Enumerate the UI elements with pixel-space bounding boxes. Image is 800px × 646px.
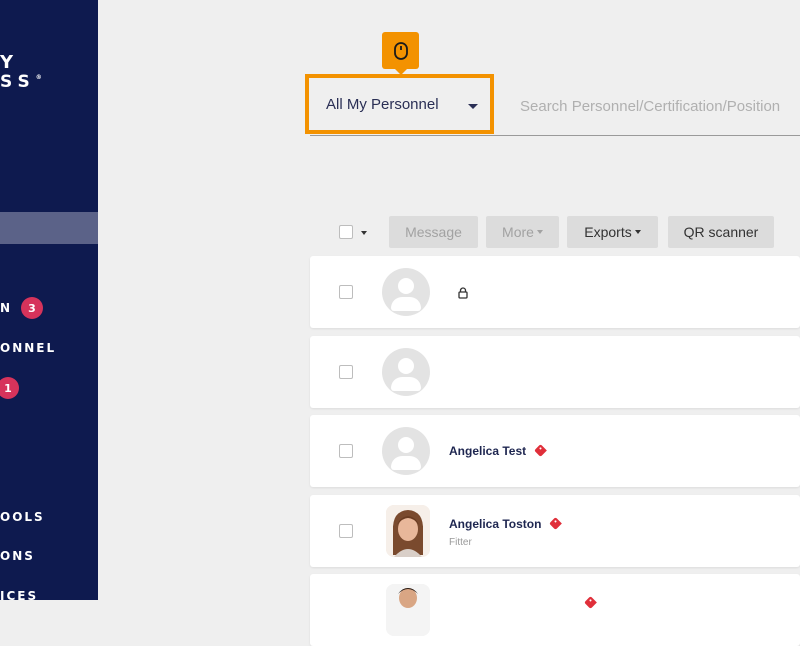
- select-all-checkbox[interactable]: [339, 225, 353, 239]
- exports-caret-icon: [634, 230, 641, 234]
- exports-button[interactable]: Exports: [567, 216, 658, 248]
- avatar-placeholder-icon: [382, 427, 430, 475]
- personnel-position: Fitter: [449, 537, 472, 548]
- sidebar: Y SS® N 3 ONNEL 1 OOLS ONS ICES: [0, 0, 98, 600]
- logo-line-1: Y: [0, 52, 18, 73]
- personnel-name[interactable]: Angelica Toston: [449, 517, 541, 531]
- chevron-down-icon: [468, 104, 478, 109]
- logo-line-2: SS®: [0, 72, 42, 92]
- more-button[interactable]: More: [486, 216, 559, 248]
- sidebar-item-devices[interactable]: ICES: [0, 589, 38, 600]
- avatar-placeholder-icon: [382, 348, 430, 396]
- personnel-row[interactable]: Angelica Test: [310, 415, 800, 487]
- search-input[interactable]: [520, 86, 800, 126]
- row-checkbox[interactable]: [339, 444, 353, 458]
- sidebar-item-notifications[interactable]: N: [0, 301, 12, 315]
- click-indicator-tooltip: [382, 32, 419, 75]
- personnel-row[interactable]: [310, 574, 800, 646]
- avatar-photo: [386, 584, 430, 636]
- person-photo-icon: [386, 505, 430, 557]
- person-photo-icon: [386, 584, 430, 636]
- message-button[interactable]: Message: [389, 216, 478, 248]
- row-checkbox[interactable]: [339, 365, 353, 379]
- row-checkbox[interactable]: [339, 524, 353, 538]
- personnel-row[interactable]: [310, 256, 800, 328]
- select-all-chevron-icon[interactable]: [361, 231, 367, 235]
- search-underline: [310, 135, 800, 136]
- personnel-row[interactable]: [310, 336, 800, 408]
- notification-count-badge: 3: [21, 297, 43, 319]
- sidebar-active-item[interactable]: [0, 212, 98, 244]
- more-caret-icon: [536, 230, 543, 234]
- tag-icon[interactable]: [534, 444, 547, 457]
- registered-mark: ®: [35, 74, 42, 81]
- lock-icon: [458, 287, 468, 299]
- sidebar-item-tools[interactable]: OOLS: [0, 510, 45, 524]
- personnel-name[interactable]: Angelica Test: [449, 444, 526, 458]
- tag-icon[interactable]: [584, 596, 597, 609]
- sidebar-count-badge: 1: [0, 377, 19, 399]
- sidebar-item-options[interactable]: ONS: [0, 549, 35, 563]
- qr-scanner-button[interactable]: QR scanner: [668, 216, 774, 248]
- mouse-icon: [393, 41, 408, 60]
- avatar-photo: [386, 505, 430, 557]
- personnel-row[interactable]: Angelica Toston Fitter: [310, 495, 800, 567]
- filter-selected-value: All My Personnel: [326, 95, 439, 113]
- tag-icon[interactable]: [549, 517, 562, 530]
- personnel-filter-dropdown[interactable]: All My Personnel: [305, 74, 494, 134]
- row-checkbox[interactable]: [339, 285, 353, 299]
- sidebar-item-personnel[interactable]: ONNEL: [0, 341, 56, 355]
- avatar-placeholder-icon: [382, 268, 430, 316]
